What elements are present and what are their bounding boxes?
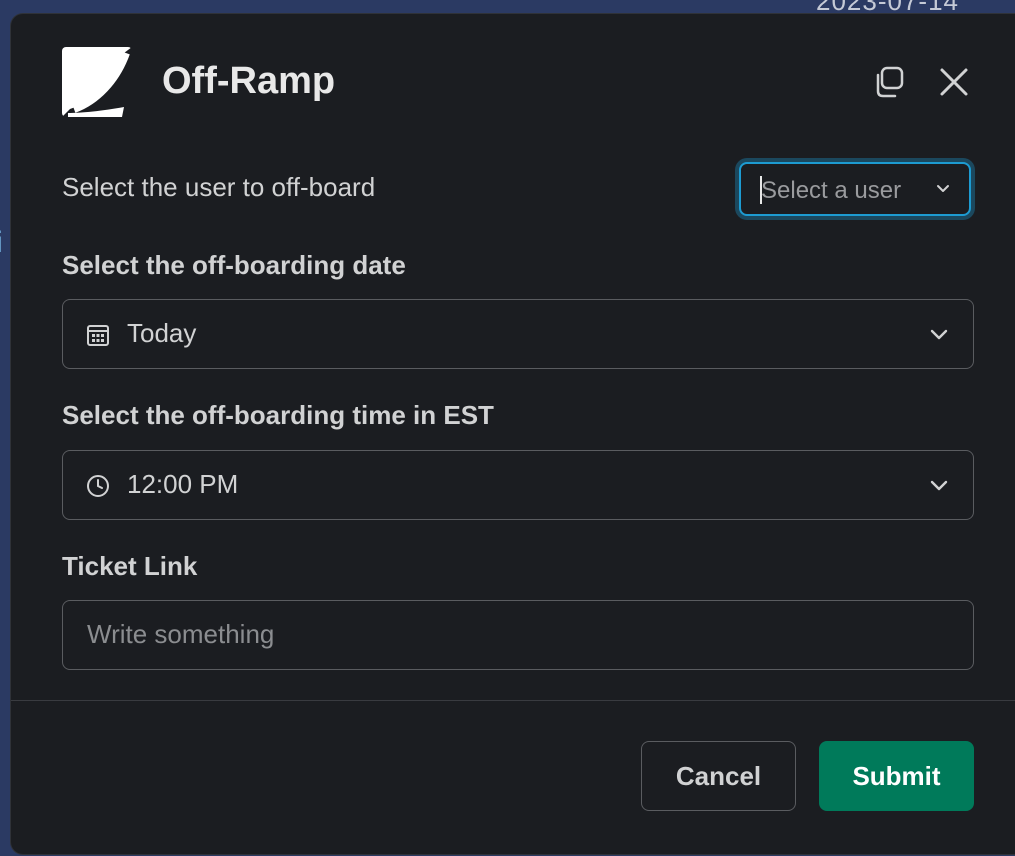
modal-title: Off-Ramp (162, 60, 336, 102)
submit-button[interactable]: Submit (819, 741, 974, 811)
chevron-down-icon (927, 473, 951, 502)
calendar-icon (85, 322, 111, 348)
user-select-placeholder: Select a user (761, 177, 902, 204)
user-select-dropdown[interactable]: Select a user (739, 162, 971, 216)
background-edge-text: i (0, 226, 3, 260)
clock-icon (85, 473, 111, 499)
close-icon[interactable] (934, 62, 974, 102)
ticket-link-placeholder: Write something (87, 619, 275, 649)
cancel-button[interactable]: Cancel (641, 741, 796, 811)
date-picker[interactable]: Today (62, 299, 974, 369)
modal-header: Off-Ramp (11, 14, 1015, 144)
time-value: 12:00 PM (127, 469, 239, 499)
chevron-down-icon (935, 180, 951, 201)
off-ramp-modal: Off-Ramp Select the user to off-board Se… (11, 14, 1015, 854)
date-value: Today (127, 318, 197, 348)
ticket-link-input[interactable]: Write something (62, 600, 974, 670)
footer-divider (11, 700, 1015, 701)
user-select-label: Select the user to off-board (62, 172, 376, 202)
time-label: Select the off-boarding time in EST (62, 400, 494, 430)
date-label: Select the off-boarding date (62, 250, 406, 280)
ticket-link-label: Ticket Link (62, 551, 198, 581)
chevron-down-icon (927, 322, 951, 351)
app-logo-icon (62, 47, 132, 117)
copy-icon[interactable] (869, 62, 909, 102)
time-picker[interactable]: 12:00 PM (62, 450, 974, 520)
